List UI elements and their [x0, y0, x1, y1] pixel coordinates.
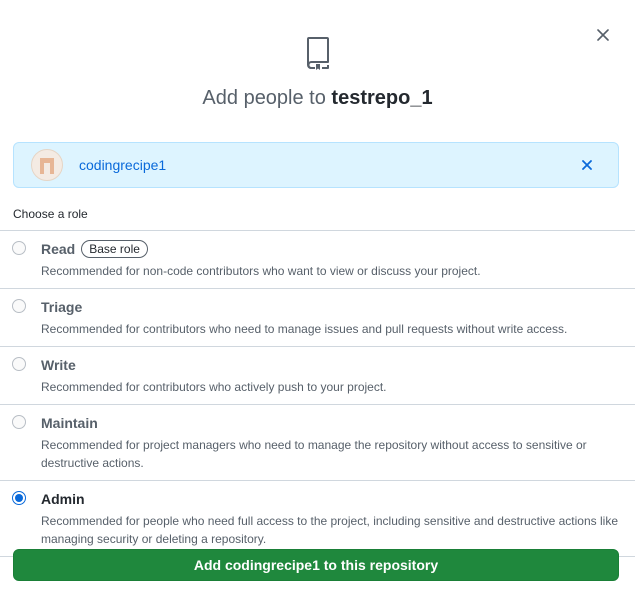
repo-icon: [306, 37, 329, 70]
role-option-read[interactable]: Read Base role Recommended for non-code …: [0, 231, 635, 289]
role-name: Maintain: [41, 415, 98, 431]
role-heading: Choose a role: [13, 207, 88, 221]
role-list: Read Base role Recommended for non-code …: [0, 230, 635, 557]
role-radio-maintain[interactable]: [12, 415, 26, 429]
role-description: Recommended for non-code contributors wh…: [41, 264, 481, 278]
role-option-maintain[interactable]: Maintain Recommended for project manager…: [0, 405, 635, 481]
role-radio-admin[interactable]: [12, 491, 26, 505]
selected-username: codingrecipe1: [79, 157, 167, 173]
role-option-admin[interactable]: Admin Recommended for people who need fu…: [0, 481, 635, 557]
role-name: Read: [41, 241, 76, 257]
role-description: Recommended for project managers who nee…: [41, 438, 587, 470]
remove-user-button[interactable]: [579, 157, 595, 173]
role-radio-read[interactable]: [12, 241, 26, 255]
dialog-title: Add people to testrepo_1: [0, 87, 635, 110]
role-radio-write[interactable]: [12, 357, 26, 371]
title-prefix: Add people to: [202, 87, 326, 109]
role-description: Recommended for contributors who activel…: [41, 380, 387, 394]
role-option-write[interactable]: Write Recommended for contributors who a…: [0, 347, 635, 405]
base-role-badge: Base role: [81, 240, 148, 258]
role-description: Recommended for people who need full acc…: [41, 514, 618, 546]
avatar: [31, 149, 63, 181]
role-radio-triage[interactable]: [12, 299, 26, 313]
role-option-triage[interactable]: Triage Recommended for contributors who …: [0, 289, 635, 347]
x-icon: [582, 160, 592, 170]
dialog-header: Add people to testrepo_1: [0, 36, 635, 110]
role-name: Write: [41, 357, 76, 373]
repo-name: testrepo_1: [331, 87, 433, 109]
role-description: Recommended for contributors who need to…: [41, 322, 568, 336]
role-name: Triage: [41, 299, 83, 315]
selected-user-card: codingrecipe1: [13, 142, 619, 188]
add-collaborator-button[interactable]: Add codingrecipe1 to this repository: [13, 549, 619, 581]
role-name: Admin: [41, 491, 85, 507]
